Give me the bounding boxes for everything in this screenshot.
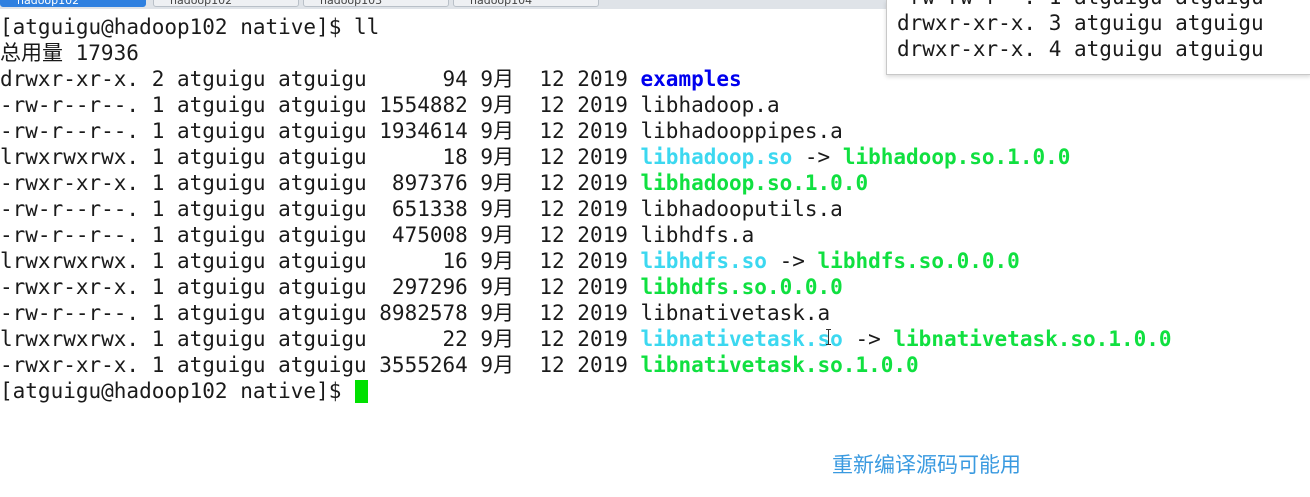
listing-row: -rw-r--r--. 1 atguigu atguigu 1554882 9月… — [0, 92, 1310, 118]
file-meta: -rwxr-xr-x. 1 atguigu atguigu 3555264 9月… — [0, 353, 641, 377]
listing-row: -rw-r--r--. 1 atguigu atguigu 1934614 9月… — [0, 118, 1310, 144]
listing-row: -rw-r--r--. 1 atguigu atguigu 651338 9月 … — [0, 196, 1310, 222]
listing-row: -rw-r--r--. 1 atguigu atguigu 8982578 9月… — [0, 300, 1310, 326]
terminal-cursor — [355, 380, 369, 403]
file-name: libnativetask.a — [640, 301, 831, 325]
file-name: examples — [640, 67, 742, 91]
overlay-line: drwxr-xr-x. 4 atguigu atguigu — [897, 37, 1264, 61]
prompt-line: [atguigu@hadoop102 native]$ — [0, 378, 1310, 404]
file-name: libhadoop.a — [640, 93, 780, 117]
file-meta: -rw-r--r--. 1 atguigu atguigu 475008 9月 … — [0, 223, 641, 247]
symlink-arrow: -> — [766, 249, 818, 273]
symlink-target: libhadoop.so.1.0.0 — [842, 145, 1071, 169]
file-meta: lrwxrwxrwx. 1 atguigu atguigu 16 9月 12 2… — [0, 249, 641, 273]
file-meta: -rw-r--r--. 1 atguigu atguigu 1554882 9月… — [0, 93, 641, 117]
file-name: libhdfs.so.0.0.0 — [640, 275, 843, 299]
file-meta: -rwxr-xr-x. 1 atguigu atguigu 897376 9月 … — [0, 171, 641, 195]
listing-row: -rwxr-xr-x. 1 atguigu atguigu 297296 9月 … — [0, 274, 1310, 300]
overlay-terminal-fragment: -rw-rw-r--. 1 atguigu atguigu drwxr-xr-x… — [886, 0, 1310, 75]
file-meta: -rw-r--r--. 1 atguigu atguigu 651338 9月 … — [0, 197, 641, 221]
overlay-line: -rw-rw-r--. 1 atguigu atguigu — [887, 0, 1310, 10]
file-name: libhadooppipes.a — [640, 119, 843, 143]
file-name: libnativetask.so.1.0.0 — [640, 353, 919, 377]
file-listing: drwxr-xr-x. 2 atguigu atguigu 94 9月 12 2… — [0, 66, 1310, 378]
file-name: libhdfs.so — [640, 249, 767, 273]
listing-row: -rwxr-xr-x. 1 atguigu atguigu 3555264 9月… — [0, 352, 1310, 378]
file-name: libhadoop.so — [640, 145, 793, 169]
listing-row: lrwxrwxrwx. 1 atguigu atguigu 22 9月 12 2… — [0, 326, 1310, 352]
listing-row: lrwxrwxrwx. 1 atguigu atguigu 18 9月 12 2… — [0, 144, 1310, 170]
file-meta: -rwxr-xr-x. 1 atguigu atguigu 297296 9月 … — [0, 275, 641, 299]
symlink-target: libnativetask.so.1.0.0 — [893, 327, 1172, 351]
prompt-text: [atguigu@hadoop102 native]$ — [0, 379, 355, 403]
file-meta: lrwxrwxrwx. 1 atguigu atguigu 18 9月 12 2… — [0, 145, 641, 169]
listing-row: lrwxrwxrwx. 1 atguigu atguigu 16 9月 12 2… — [0, 248, 1310, 274]
symlink-target: libhdfs.so.0.0.0 — [817, 249, 1020, 273]
file-meta: lrwxrwxrwx. 1 atguigu atguigu 22 9月 12 2… — [0, 327, 641, 351]
file-name: libhdfs.a — [640, 223, 755, 247]
listing-row: -rw-r--r--. 1 atguigu atguigu 475008 9月 … — [0, 222, 1310, 248]
file-name: libhadoop.so.1.0.0 — [640, 171, 869, 195]
file-meta: -rw-r--r--. 1 atguigu atguigu 1934614 9月… — [0, 119, 641, 143]
file-meta: -rw-r--r--. 1 atguigu atguigu 8982578 9月… — [0, 301, 641, 325]
tab-hadoop104[interactable]: hadoop104 — [453, 0, 599, 7]
overlay-line: drwxr-xr-x. 3 atguigu atguigu — [897, 11, 1264, 35]
tab-hadoop102[interactable]: hadoop102 — [153, 0, 299, 7]
file-name: libhadooputils.a — [640, 197, 843, 221]
symlink-arrow: -> — [842, 327, 894, 351]
symlink-arrow: -> — [792, 145, 843, 169]
listing-row: -rwxr-xr-x. 1 atguigu atguigu 897376 9月 … — [0, 170, 1310, 196]
text-cursor-ibeam-icon — [826, 329, 832, 345]
tab-hadoop102-active[interactable]: hadoop102 — [0, 0, 146, 7]
file-name: libnativetask.so — [640, 327, 843, 351]
file-meta: drwxr-xr-x. 2 atguigu atguigu 94 9月 12 2… — [0, 67, 641, 91]
annotation-caption: 重新编译源码可能用 — [832, 453, 1021, 477]
tab-hadoop103[interactable]: hadoop103 — [303, 0, 449, 7]
